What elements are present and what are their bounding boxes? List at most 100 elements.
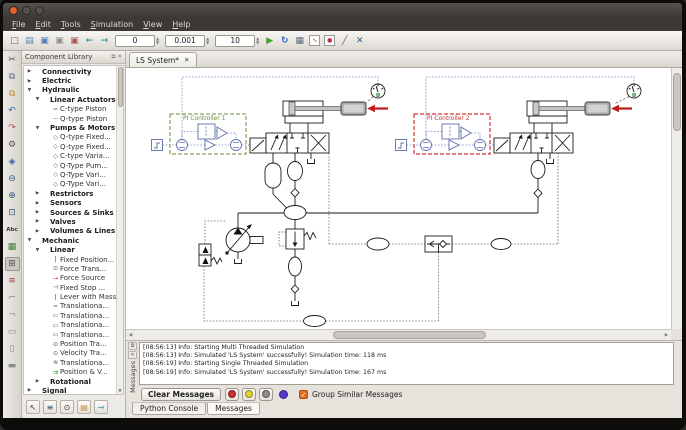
debug-filter-toggle[interactable] [279, 390, 288, 399]
tree-expander-icon[interactable]: ▼ [34, 248, 41, 253]
load-sensing-wires[interactable] [329, 153, 558, 250]
stop-time-value[interactable]: 10 [215, 35, 255, 47]
distribute-y-icon[interactable]: ▯ [5, 342, 20, 356]
tree-signal[interactable]: ▶ Signal [24, 386, 116, 394]
tree-expander-icon[interactable]: ▶ [26, 388, 33, 393]
tree-q-type-vari-1[interactable]: ◇ Q-Type Vari... [24, 170, 116, 179]
pressure-control-valve[interactable] [199, 244, 222, 266]
tab-close-icon[interactable]: ✕ [184, 56, 189, 64]
tree-q-type-fixed-2[interactable]: ◇ Q-type Fixed... [24, 142, 116, 151]
minimize-button[interactable] [22, 6, 31, 15]
info-filter-toggle[interactable] [259, 388, 273, 401]
tree-expander-icon[interactable]: ▶ [34, 191, 41, 196]
menu-simulation[interactable]: Simulation [86, 19, 139, 30]
load-library-icon[interactable]: ▤ [77, 400, 91, 414]
tree-translational-5[interactable]: ≋ Translationa... [24, 358, 116, 367]
shuttle-valve[interactable] [425, 236, 452, 252]
animate-icon[interactable]: ▦ [292, 34, 307, 48]
tree-restrictors[interactable]: ▶ Restrictors [24, 189, 116, 198]
tab-messages[interactable]: Messages [207, 402, 260, 415]
position-sensor-1[interactable] [367, 84, 386, 103]
spinner-arrows-icon[interactable]: ▲▼ [256, 37, 259, 44]
tree-expander-icon[interactable]: ▼ [34, 126, 41, 131]
back-icon[interactable]: ← [82, 34, 97, 48]
tree-c-type-varia[interactable]: ◇ C-type Varia... [24, 152, 116, 161]
plot-icon[interactable]: ∿ [309, 35, 320, 46]
tree-expander-icon[interactable]: ▶ [34, 219, 41, 224]
tank-valve1[interactable] [308, 153, 315, 164]
vertical-scroll-thumb[interactable] [673, 73, 681, 131]
tree-translational-4[interactable]: ▭ Translationa... [24, 330, 116, 339]
close-panel-icon[interactable]: ✕ [128, 351, 137, 359]
menu-file[interactable]: File [7, 19, 30, 30]
copy-icon[interactable]: ⧉ [5, 70, 20, 84]
tree-expander-icon[interactable]: ▶ [34, 379, 41, 384]
cylinder-2[interactable] [527, 101, 585, 133]
tree-electric[interactable]: ▶ Electric [24, 76, 116, 85]
tree-expander-icon[interactable]: ▼ [26, 238, 33, 243]
junction-volume[interactable] [284, 206, 306, 220]
tree-scroll-thumb[interactable] [118, 67, 123, 107]
redo-icon[interactable]: ↷ [5, 121, 20, 135]
force-source-2[interactable] [611, 105, 632, 112]
tree-expander-icon[interactable]: ▼ [26, 88, 33, 93]
tree-velocity-tra[interactable]: ⊙ Velocity Tra... [24, 349, 116, 358]
tree-expander-icon[interactable]: ▼ [34, 97, 41, 102]
tree-translational-2[interactable]: ▭ Translationa... [24, 311, 116, 320]
center-view-icon[interactable]: ◈ [5, 155, 20, 169]
directional-valve-2[interactable] [494, 133, 573, 164]
maximize-button[interactable] [35, 6, 44, 15]
python-icon[interactable]: ✕ [352, 34, 367, 48]
return-line-volume[interactable] [289, 249, 302, 306]
tree-sensors[interactable]: ▶ Sensors [24, 198, 116, 207]
grid-icon[interactable]: ▦ [5, 240, 20, 254]
group-messages-checkbox[interactable]: ✓ [299, 390, 308, 399]
zoom-in-icon[interactable]: ⊕ [5, 189, 20, 203]
close-button[interactable] [9, 6, 18, 15]
pressure-relief-valve[interactable] [279, 220, 316, 250]
save-as-icon[interactable]: ▣ [52, 34, 67, 48]
mass-load-1[interactable] [341, 102, 366, 115]
tree-pumps-motors[interactable]: ▼ Pumps & Motors [24, 123, 116, 132]
paste-icon[interactable]: ⧉ [5, 87, 20, 101]
export-library-icon[interactable]: → [94, 400, 108, 414]
tree-c-type-piston[interactable]: = C-type Piston [24, 105, 116, 114]
time-step-value[interactable]: 0.001 [165, 35, 205, 47]
menu-tools[interactable]: Tools [56, 19, 86, 30]
recent-models-icon[interactable]: ⊙ [60, 400, 74, 414]
simulate-icon[interactable]: ▶ [262, 34, 277, 48]
titlebar[interactable] [3, 3, 682, 18]
tree-fixed-position[interactable]: | Fixed Position... [24, 255, 116, 264]
detach-panel-icon[interactable]: ⧉ [128, 342, 137, 350]
variable-pump[interactable] [226, 213, 264, 264]
tree-linear-actuators[interactable]: ▼ Linear Actuators [24, 95, 116, 104]
export-pdf-icon[interactable]: ▣ [67, 34, 82, 48]
menu-help[interactable]: Help [167, 19, 195, 30]
cut-icon[interactable]: ✂ [5, 53, 20, 67]
tree-expander-icon[interactable]: ▶ [26, 69, 33, 74]
zoom-reset-icon[interactable]: ⊡ [5, 206, 20, 220]
show-ports-icon[interactable]: ⊞ [5, 257, 20, 271]
time-step-field[interactable]: 0.001 ▲▼ [165, 35, 209, 47]
align-y-icon[interactable]: ¬ [5, 308, 20, 322]
stop-time-field[interactable]: 10 ▲▼ [215, 35, 259, 47]
tree-volumes-lines[interactable]: ▶ Volumes & Lines [24, 227, 116, 236]
tree-expander-icon[interactable]: ▶ [34, 210, 41, 215]
tree-valves[interactable]: ▶ Valves [24, 217, 116, 226]
scroll-down-icon[interactable]: ▼ [118, 389, 121, 394]
new-model-icon[interactable]: □ [7, 34, 22, 48]
start-time-field[interactable]: 0 ▲▼ [115, 35, 159, 47]
data-explorer-icon[interactable]: ● [324, 35, 335, 46]
resimulate-icon[interactable]: ↻ [277, 34, 292, 48]
scroll-left-icon[interactable]: ◀ [126, 330, 135, 340]
model-canvas[interactable]: PI Controller 1 PI Controller 2 ◀ ▶ [126, 68, 682, 340]
tree-expander-icon[interactable]: ▶ [26, 79, 33, 84]
directional-valve-1[interactable] [250, 133, 329, 153]
canvas-horizontal-scrollbar[interactable]: ◀ ▶ [126, 329, 671, 340]
tree-q-type-vari-2[interactable]: ◇ Q-Type Vari... [24, 180, 116, 189]
measure-icon[interactable]: ≡ [5, 274, 20, 288]
tree-q-type-fixed-1[interactable]: ◇ Q-type Fixed... [24, 133, 116, 142]
text-widget-icon[interactable]: Abc [5, 223, 20, 237]
tree-force-trans[interactable]: ⊙ Force Trans... [24, 264, 116, 273]
undo-icon[interactable]: ↶ [5, 104, 20, 118]
